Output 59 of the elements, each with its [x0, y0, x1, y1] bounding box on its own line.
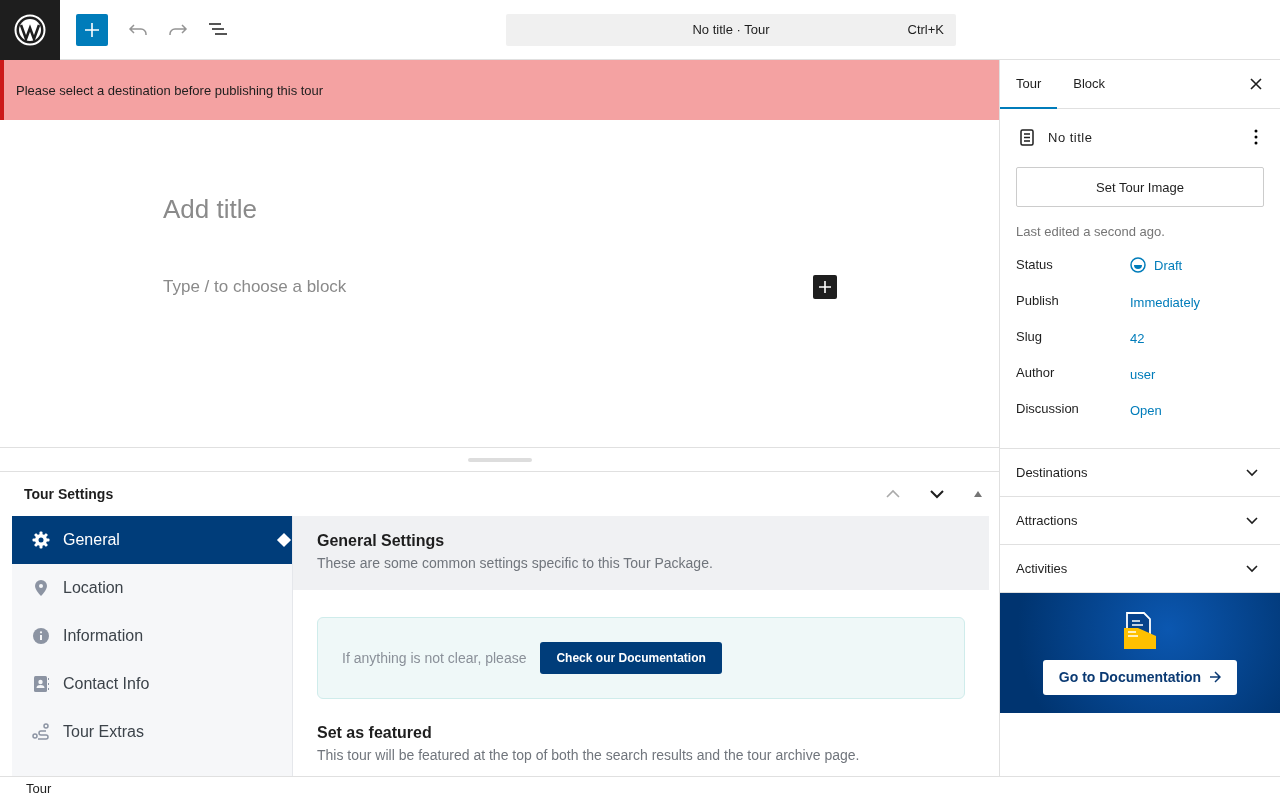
more-options-icon[interactable] — [1254, 129, 1258, 145]
set-image-button[interactable]: Set Tour Image — [1016, 167, 1264, 207]
folder-document-icon — [1123, 611, 1157, 650]
document-icon — [1020, 128, 1034, 146]
wordpress-logo-icon — [14, 13, 46, 46]
settings-nav-item[interactable]: Tour Extras — [12, 708, 292, 756]
last-edited-text: Last edited a second ago. — [1016, 224, 1166, 239]
settings-nav-item[interactable]: General — [12, 516, 292, 564]
panel-title: Attractions — [1016, 513, 1078, 528]
field-label: Slug — [1016, 329, 1044, 344]
draft-status-icon — [1130, 257, 1146, 273]
documentation-button[interactable]: Check our Documentation — [540, 642, 722, 674]
section-subtitle: These are some common settings specific to this Tour Package. — [317, 555, 714, 571]
setting-title: Set as featured — [317, 724, 433, 742]
panel-toggle[interactable]: Destinations — [1000, 449, 1280, 497]
field-link[interactable]: Immediately — [1130, 295, 1201, 310]
status-link[interactable]: Draft — [1154, 257, 1183, 273]
info-icon — [32, 627, 50, 645]
route-icon — [32, 723, 50, 741]
document-title: No title · Tour — [692, 22, 770, 37]
add-block-button[interactable] — [813, 275, 837, 299]
resize-handle[interactable] — [467, 457, 532, 462]
plus-icon — [85, 22, 99, 37]
help-text: If anything is not clear, please — [342, 650, 527, 666]
panel-toggle[interactable]: Attractions — [1000, 497, 1280, 545]
document-overview-icon[interactable] — [208, 21, 228, 38]
arrow-right-icon — [1209, 671, 1222, 683]
settings-nav-item[interactable]: Contact Info — [12, 660, 292, 708]
sidebar-tab[interactable]: Block — [1057, 60, 1122, 109]
caret-up-icon[interactable] — [973, 490, 983, 498]
close-icon[interactable] — [1250, 78, 1262, 90]
field-label: Author — [1016, 365, 1056, 380]
sidebar-tab[interactable]: Tour — [1000, 60, 1058, 109]
field-link[interactable]: Open — [1130, 403, 1162, 418]
gear-icon — [32, 531, 50, 549]
section-title: General Settings — [317, 532, 446, 550]
panel-title: Tour Settings — [24, 486, 115, 502]
notice-message: Please select a destination before publishing this tour — [16, 82, 324, 98]
breadcrumb[interactable]: Tour — [26, 781, 52, 796]
contact-card-icon — [32, 675, 50, 693]
panel-title: Destinations — [1016, 465, 1088, 480]
field-link[interactable]: user — [1130, 367, 1156, 382]
plus-icon — [819, 281, 831, 293]
chevron-down-icon[interactable] — [929, 489, 945, 499]
go-to-documentation-button[interactable]: Go to Documentation — [1042, 659, 1238, 695]
map-pin-icon — [32, 579, 50, 597]
field-label: Status — [1016, 257, 1054, 272]
settings-nav-item[interactable]: Location — [12, 564, 292, 612]
wordpress-logo[interactable] — [0, 0, 60, 60]
post-title: No title — [1048, 129, 1093, 145]
setting-description: This tour will be featured at the top of both the search results and the tour archive page. — [317, 747, 861, 763]
shortcut-label: Ctrl+K — [907, 22, 944, 37]
field-label: Discussion — [1016, 401, 1080, 416]
field-label: Publish — [1016, 293, 1060, 308]
panel-title: Activities — [1016, 561, 1068, 576]
field-link[interactable]: 42 — [1130, 331, 1145, 346]
settings-nav-item[interactable]: Information — [12, 612, 292, 660]
command-bar[interactable]: No title · Tour Ctrl+K — [506, 13, 956, 46]
block-placeholder[interactable]: Type / to choose a block — [163, 277, 347, 297]
